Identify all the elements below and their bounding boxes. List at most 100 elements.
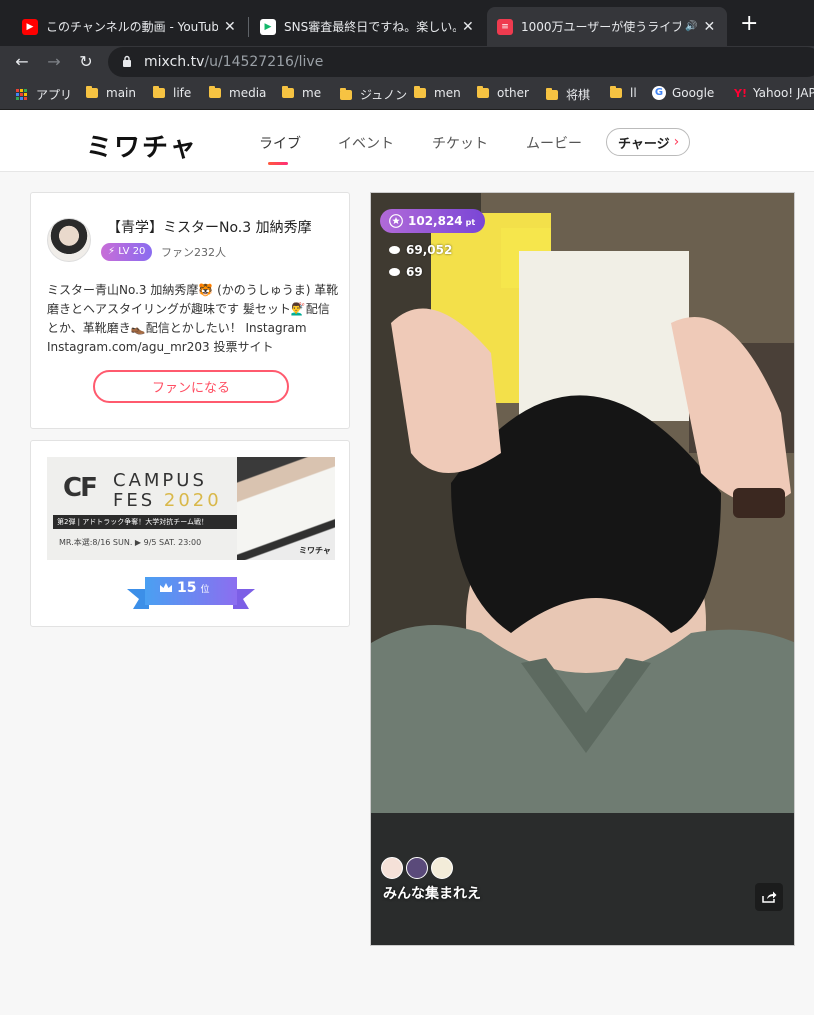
viewer-avatar[interactable] xyxy=(431,857,453,879)
site-logo[interactable]: ミワチャ xyxy=(86,127,198,164)
bookmark-me[interactable]: me xyxy=(282,86,321,100)
bookmark-men[interactable]: men xyxy=(414,86,461,100)
nav-ticket[interactable]: チケット xyxy=(432,133,488,153)
bookmarks-bar: アプリ main life media me ジュノン men other 将棋… xyxy=(0,78,814,110)
comment-icon xyxy=(389,268,400,276)
campus-fes-dates: MR.本選:8/16 SUN. ▶ 9/5 SAT. 23:00 xyxy=(59,538,202,547)
nav-event[interactable]: イベント xyxy=(338,133,394,153)
comment-count: 69 xyxy=(389,265,423,279)
campus-fes-subtitle: 第2弾 | アドトラック争奪！大学対抗チーム戦！ xyxy=(53,515,253,529)
bookmark-yahoo[interactable]: Y! Yahoo! JAP xyxy=(734,86,814,100)
campus-fes-title: CAMPUS FES 2020 xyxy=(113,471,222,511)
fan-count: ファン232人 xyxy=(161,246,226,259)
bookmark-google[interactable]: G Google xyxy=(652,86,714,100)
cf-logo: CF xyxy=(63,473,98,503)
campus-fes-banner[interactable]: CF CAMPUS FES 2020 第2弾 | アドトラック争奪！大学対抗チー… xyxy=(47,457,335,560)
bookmark-label: Yahoo! JAP xyxy=(752,86,814,100)
charge-button[interactable]: チャージ › xyxy=(606,128,690,156)
bookmark-label: ll xyxy=(630,86,637,100)
bookmark-label: main xyxy=(106,86,136,100)
address-bar[interactable]: mixch.tv/u/14527216/live xyxy=(108,47,814,77)
bookmark-media[interactable]: media xyxy=(209,86,266,100)
nav-live[interactable]: ライブ xyxy=(259,133,301,153)
bookmark-label: アプリ xyxy=(36,88,73,102)
folder-icon xyxy=(86,86,98,98)
folder-icon xyxy=(209,86,221,98)
become-fan-button[interactable]: ファンになる xyxy=(93,370,289,403)
level-badge: ⚡ LV 20 xyxy=(101,243,153,261)
share-icon xyxy=(762,891,777,903)
points-badge[interactable]: 102,824 pt xyxy=(380,209,486,233)
browser-tab-bar: ▶ このチャンネルの動画 - YouTube Stu ✕ ▶ SNS審査最終日で… xyxy=(0,0,814,46)
play-icon: ▶ xyxy=(260,18,276,35)
rank-position: 15 位 xyxy=(177,580,210,596)
title-line1: CAMPUS xyxy=(113,470,207,491)
lock-icon xyxy=(123,55,131,67)
share-button[interactable] xyxy=(755,883,783,911)
close-tab-icon[interactable]: ✕ xyxy=(224,19,236,35)
nav-active-indicator xyxy=(268,162,288,165)
bookmark-label: ジュノン xyxy=(360,88,408,102)
nav-movie[interactable]: ムービー xyxy=(526,133,582,153)
bookmark-label: other xyxy=(497,86,529,100)
rank-unit: 位 xyxy=(200,585,210,595)
tab-sns[interactable]: ▶ SNS審査最終日ですね。楽しい。 - L ✕ xyxy=(250,7,484,46)
bookmark-ll[interactable]: ll xyxy=(610,86,637,100)
close-tab-icon[interactable]: ✕ xyxy=(703,19,715,35)
chevron-right-icon: › xyxy=(673,134,680,150)
url-text: mixch.tv/u/14527216/live xyxy=(144,54,323,70)
bookmark-junon[interactable]: ジュノン xyxy=(340,86,407,103)
youtube-icon: ▶ xyxy=(22,18,38,35)
star-icon xyxy=(389,214,403,228)
bookmark-label: media xyxy=(229,86,267,100)
google-icon: G xyxy=(652,86,666,100)
viewer-avatars[interactable] xyxy=(381,857,456,879)
reload-icon[interactable]: ↻ xyxy=(74,50,98,74)
bookmark-other[interactable]: other xyxy=(477,86,529,100)
bookmark-apps[interactable]: アプリ xyxy=(16,86,72,103)
url-host: mixch.tv xyxy=(144,54,205,70)
bookmark-label: me xyxy=(302,86,322,100)
bookmark-life[interactable]: life xyxy=(153,86,191,100)
tab-separator xyxy=(248,17,249,37)
avatar[interactable] xyxy=(47,218,91,262)
tab-title: 1000万ユーザーが使うライブ＆動 xyxy=(521,20,681,34)
viewer-count: 69,052 xyxy=(389,243,452,257)
viewer-avatar[interactable] xyxy=(381,857,403,879)
event-card: CF CAMPUS FES 2020 第2弾 | アドトラック争奪！大学対抗チー… xyxy=(30,440,350,627)
tab-mixchannel[interactable]: ≡ 1000万ユーザーが使うライブ＆動 🔊 ✕ xyxy=(487,7,727,46)
latest-comment: みんな集まれえ xyxy=(383,886,481,902)
crown-icon xyxy=(160,583,172,592)
bookmark-label: men xyxy=(434,86,461,100)
new-tab-button[interactable]: + xyxy=(740,13,758,35)
title-year: 2020 xyxy=(163,490,222,511)
viewer-avatar[interactable] xyxy=(406,857,428,879)
tab-youtube-studio[interactable]: ▶ このチャンネルの動画 - YouTube Stu ✕ xyxy=(12,7,246,46)
folder-icon xyxy=(340,87,352,100)
live-video-frame xyxy=(371,193,794,945)
bookmark-label: Google xyxy=(672,86,715,100)
folder-icon xyxy=(546,87,558,100)
browser-toolbar: ← → ↻ mixch.tv/u/14527216/live xyxy=(0,46,814,78)
folder-icon xyxy=(282,86,294,98)
streamer-name[interactable]: 【青学】ミスターNo.3 加納秀摩 xyxy=(107,217,312,237)
title-line2: FES xyxy=(113,490,164,511)
banner-logo: ミワチャ xyxy=(299,546,331,555)
live-video-player[interactable]: 102,824 pt 69,052 69 みんな集まれえ xyxy=(370,192,795,946)
points-unit: pt xyxy=(465,218,476,227)
speaker-icon[interactable]: 🔊 xyxy=(685,21,697,32)
apps-icon xyxy=(16,88,28,101)
eye-icon xyxy=(389,246,400,254)
points-value: 102,824 xyxy=(408,214,463,228)
close-tab-icon[interactable]: ✕ xyxy=(462,19,474,35)
tab-title: SNS審査最終日ですね。楽しい。 - L xyxy=(284,20,456,34)
viewer-count-value: 69,052 xyxy=(406,243,453,257)
folder-icon xyxy=(414,86,426,98)
profile-card: 【青学】ミスターNo.3 加納秀摩 ⚡ LV 20 ファン232人 ミスター青山… xyxy=(30,192,350,429)
bookmark-main[interactable]: main xyxy=(86,86,136,100)
forward-icon[interactable]: → xyxy=(42,50,66,74)
bookmark-label: 将棋 xyxy=(566,88,591,102)
mixchannel-icon: ≡ xyxy=(497,18,513,35)
back-icon[interactable]: ← xyxy=(10,50,34,74)
bookmark-shogi[interactable]: 将棋 xyxy=(546,86,590,103)
